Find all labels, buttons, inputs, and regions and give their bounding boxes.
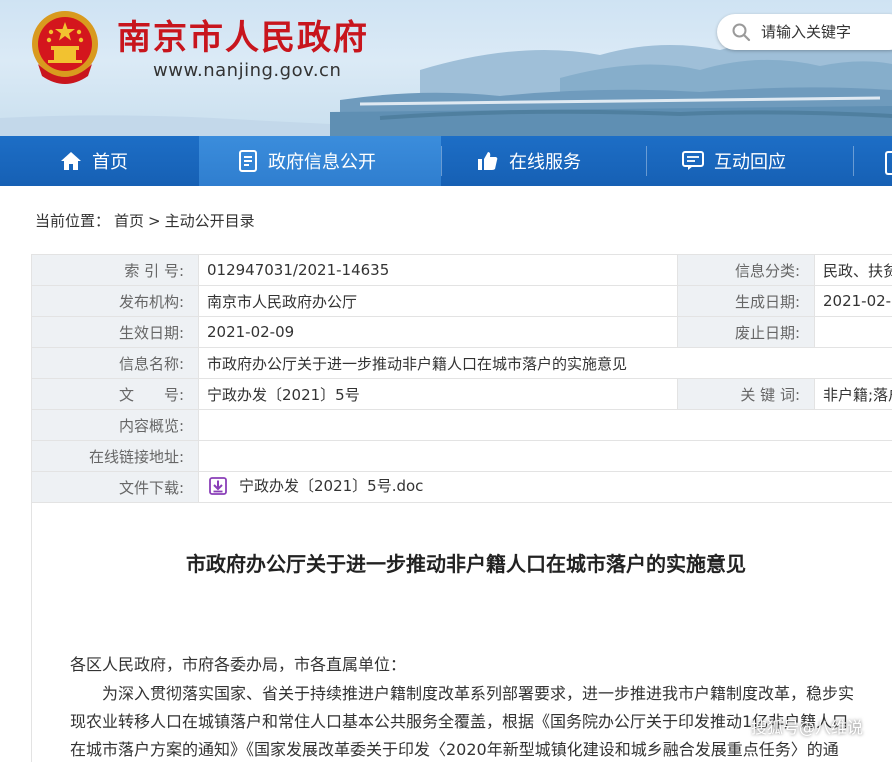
search-box[interactable] (717, 14, 892, 50)
nav-label: 在线服务 (509, 148, 581, 174)
keywords-value: 非户籍;落户 (815, 379, 892, 410)
site-title[interactable]: 南京市人民政府 (117, 10, 369, 59)
table-row: 在线链接地址: (32, 441, 892, 472)
publisher-label: 发布机构: (32, 286, 199, 317)
table-row: 生效日期: 2021-02-09 废止日期: (32, 317, 892, 348)
index-no-value: 012947031/2021-14635 (199, 255, 678, 286)
summary-label: 内容概览: (32, 410, 199, 441)
document-icon (238, 150, 258, 172)
created-date-value: 2021-02- (815, 286, 892, 317)
article-greeting: 各区人民政府，市府各委办局，市各直属单位： (70, 651, 406, 675)
table-row: 文 号: 宁政办发〔2021〕5号 关 键 词: 非户籍;落户 (32, 379, 892, 410)
site-header: 南京市人民政府 www.nanjing.gov.cn (0, 0, 892, 136)
table-row: 发布机构: 南京市人民政府办公厅 生成日期: 2021-02- (32, 286, 892, 317)
nav-label: 政府信息公开 (268, 148, 376, 174)
nav-label: 互动回应 (714, 148, 786, 174)
breadcrumb-home-link[interactable]: 首页 (114, 212, 144, 230)
breadcrumb-catalog-link[interactable]: 主动公开目录 (165, 212, 255, 230)
nav-divider (441, 146, 442, 176)
nav-item-interaction[interactable]: 互动回应 (682, 136, 786, 186)
effective-date-value: 2021-02-09 (199, 317, 678, 348)
breadcrumb-prefix: 当前位置： (35, 212, 110, 230)
chat-icon (682, 151, 704, 171)
article-paragraph-line: 为深入贯彻落实国家、省关于持续推进户籍制度改革系列部署要求，进一步推进我市户籍制… (102, 680, 854, 704)
main-nav: 首页 政府信息公开 在线服务 互动回应 (0, 136, 892, 186)
nav-item-online-service[interactable]: 在线服务 (477, 136, 581, 186)
category-label: 信息分类: (678, 255, 815, 286)
national-emblem-icon (28, 8, 102, 88)
search-input[interactable] (761, 21, 892, 43)
nav-label: 首页 (92, 148, 128, 174)
download-file-name: 宁政办发〔2021〕5号.doc (239, 475, 423, 496)
thumbs-up-icon (477, 151, 499, 171)
download-cell: 宁政办发〔2021〕5号.doc (199, 472, 892, 503)
search-icon[interactable] (731, 22, 751, 42)
table-row: 文件下载: 宁政办发〔2021〕5号.doc (32, 472, 892, 503)
table-row: 信息名称: 市政府办公厅关于进一步推动非户籍人口在城市落户的实施意见 (32, 348, 892, 379)
created-date-label: 生成日期: (678, 286, 815, 317)
nav-item-home[interactable]: 首页 (60, 136, 128, 186)
document-info-table: 索 引 号: 012947031/2021-14635 信息分类: 民政、扶贫 … (31, 254, 892, 503)
abolished-date-value (815, 317, 892, 348)
download-icon (209, 477, 227, 495)
breadcrumb: 当前位置：首页>主动公开目录 (35, 210, 259, 231)
download-label: 文件下载: (32, 472, 199, 503)
article-title: 市政府办公厅关于进一步推动非户籍人口在城市落户的实施意见 (0, 548, 892, 577)
keywords-label: 关 键 词: (678, 379, 815, 410)
abolished-date-label: 废止日期: (678, 317, 815, 348)
summary-value (199, 410, 892, 441)
info-name-label: 信息名称: (32, 348, 199, 379)
download-doc-link[interactable]: 宁政办发〔2021〕5号.doc (209, 475, 423, 496)
table-row: 索 引 号: 012947031/2021-14635 信息分类: 民政、扶贫 (32, 255, 892, 286)
doc-number-value: 宁政办发〔2021〕5号 (199, 379, 678, 410)
article-paragraph-line: 现农业转移人口在城镇落户和常住人口基本公共服务全覆盖，根据《国务院办公厅关于印发… (70, 708, 848, 732)
nav-divider (853, 146, 854, 176)
publisher-value: 南京市人民政府办公厅 (199, 286, 678, 317)
effective-date-label: 生效日期: (32, 317, 199, 348)
home-icon (60, 151, 82, 171)
table-row: 内容概览: (32, 410, 892, 441)
doc-number-label: 文 号: (32, 379, 199, 410)
watermark-text: 搜狐号@八维说 (751, 714, 863, 738)
online-link-value (199, 441, 892, 472)
breadcrumb-separator: > (148, 212, 161, 230)
nav-item-gov-info[interactable]: 政府信息公开 (199, 136, 441, 186)
info-name-value: 市政府办公厅关于进一步推动非户籍人口在城市落户的实施意见 (199, 348, 892, 379)
site-url[interactable]: www.nanjing.gov.cn (153, 60, 341, 81)
online-link-label: 在线链接地址: (32, 441, 199, 472)
category-value: 民政、扶贫 (815, 255, 892, 286)
nav-next-item-icon[interactable] (885, 151, 892, 175)
article-paragraph-line: 在城市落户方案的通知》《国家发展改革委关于印发〈2020年新型城镇化建设和城乡融… (70, 736, 839, 760)
nav-divider (646, 146, 647, 176)
index-no-label: 索 引 号: (32, 255, 199, 286)
